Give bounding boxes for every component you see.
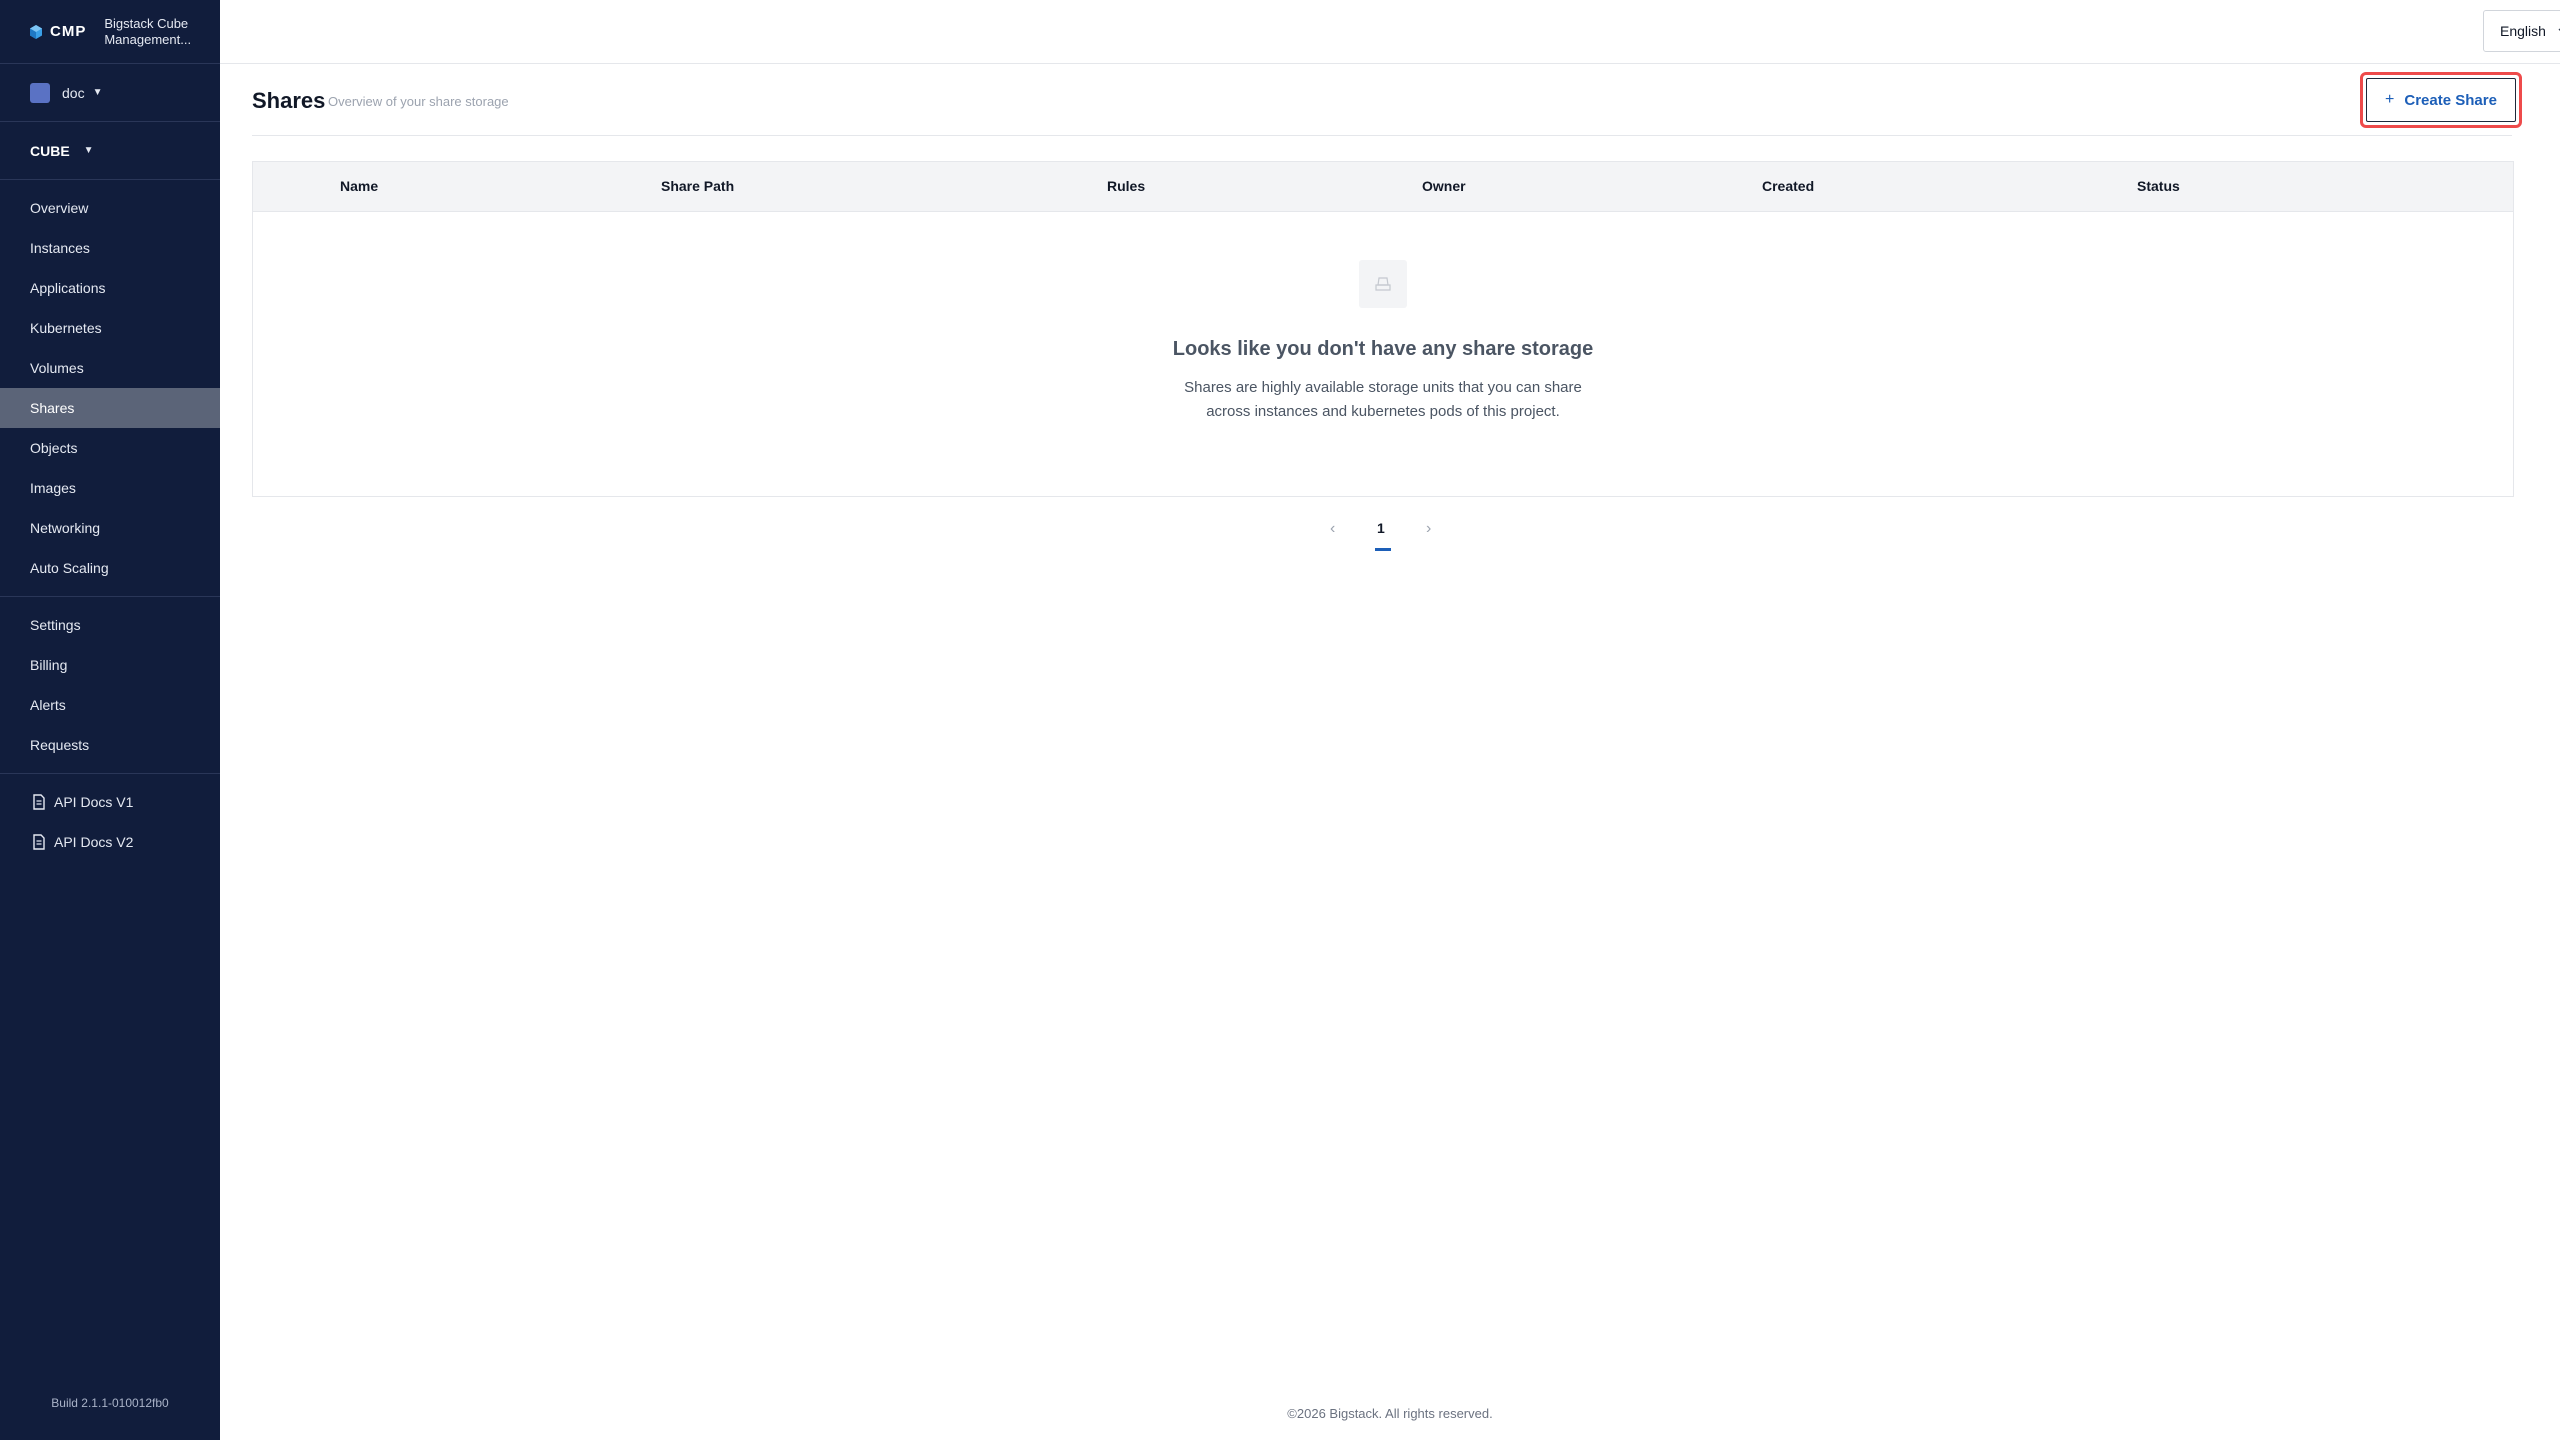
sidebar-item-volumes[interactable]: Volumes [0,348,220,388]
project-color-icon [30,82,50,103]
page-number[interactable]: 1 [1377,520,1385,536]
table-header: Name Share Path Rules Owner Created Stat… [253,162,2513,212]
brand-logo[interactable]: CMP [28,23,86,40]
empty-state-description: Shares are highly available storage unit… [1184,379,1582,420]
footer: ©2026 Bigstack. All rights reserved. [1287,1406,1493,1421]
sidebar-item-overview[interactable]: Overview [0,188,220,228]
document-icon [33,834,45,850]
divider [0,773,220,774]
sidebar-item-instances[interactable]: Instances [0,228,220,268]
doc-label: API Docs V2 [54,834,134,850]
column-header-rules[interactable]: Rules [1107,178,1145,194]
sidebar-item-alerts[interactable]: Alerts [0,685,220,725]
project-name: doc [62,84,85,101]
sidebar-item-networking[interactable]: Networking [0,508,220,548]
divider [0,596,220,597]
document-icon [33,794,45,810]
sidebar-item-applications[interactable]: Applications [0,268,220,308]
column-header-name[interactable]: Name [340,178,378,194]
sidebar-item-auto-scaling[interactable]: Auto Scaling [0,548,220,588]
empty-box-icon [1359,260,1407,308]
sidebar-item-api-docs-v2[interactable]: API Docs V2 [0,822,220,862]
chevron-right-icon[interactable]: › [1426,520,1431,538]
sidebar-item-settings[interactable]: Settings [0,605,220,645]
doc-label: API Docs V1 [54,794,134,810]
sidebar-item-requests[interactable]: Requests [0,725,220,765]
page-header: Shares Overview of your share storage + … [252,64,2522,136]
create-share-button[interactable]: + Create Share [2366,78,2516,122]
sidebar-item-objects[interactable]: Objects [0,428,220,468]
column-header-status[interactable]: Status [2137,178,2180,194]
language-select[interactable]: English [2483,10,2560,52]
sidebar-item-images[interactable]: Images [0,468,220,508]
sidebar-item-kubernetes[interactable]: Kubernetes [0,308,220,348]
column-header-owner[interactable]: Owner [1422,178,1466,194]
sidebar-item-api-docs-v1[interactable]: API Docs V1 [0,782,220,822]
create-share-label: Create Share [2404,91,2497,109]
topbar: English D [220,0,2560,64]
empty-state-title: Looks like you don't have any share stor… [1172,338,1594,360]
sidebar: CMP Bigstack Cube Management... doc ▼ CU… [0,0,220,1440]
build-version: Build 2.1.1-010012fb0 [51,1396,169,1410]
caret-down-icon: ▼ [83,145,94,156]
sidebar-item-shares[interactable]: Shares [0,388,220,428]
pagination: ‹ 1 › [1320,512,1450,552]
create-button-highlight: + Create Share [2360,72,2522,128]
column-header-created[interactable]: Created [1762,178,1814,194]
sidebar-item-billing[interactable]: Billing [0,645,220,685]
brand-logo-text: CMP [50,23,87,40]
project-selector[interactable]: doc ▼ [0,64,220,122]
sidebar-nav: Overview Instances Applications Kubernet… [0,180,220,862]
page-title: Shares [252,88,326,113]
caret-down-icon: ▼ [92,87,103,98]
chevron-left-icon[interactable]: ‹ [1330,520,1335,538]
language-value: English [2500,23,2546,39]
region-selector[interactable]: CUBE ▼ [0,122,220,180]
cube-logo-icon [30,24,42,39]
region-name: CUBE [30,142,70,159]
page-subtitle: Overview of your share storage [328,94,509,109]
shares-table: Name Share Path Rules Owner Created Stat… [252,161,2514,497]
brand: CMP Bigstack Cube Management... [0,0,220,64]
active-page-indicator [1375,548,1391,551]
column-header-share-path[interactable]: Share Path [661,178,734,194]
plus-icon: + [2385,91,2395,108]
brand-name: Bigstack Cube Management... [104,15,192,47]
